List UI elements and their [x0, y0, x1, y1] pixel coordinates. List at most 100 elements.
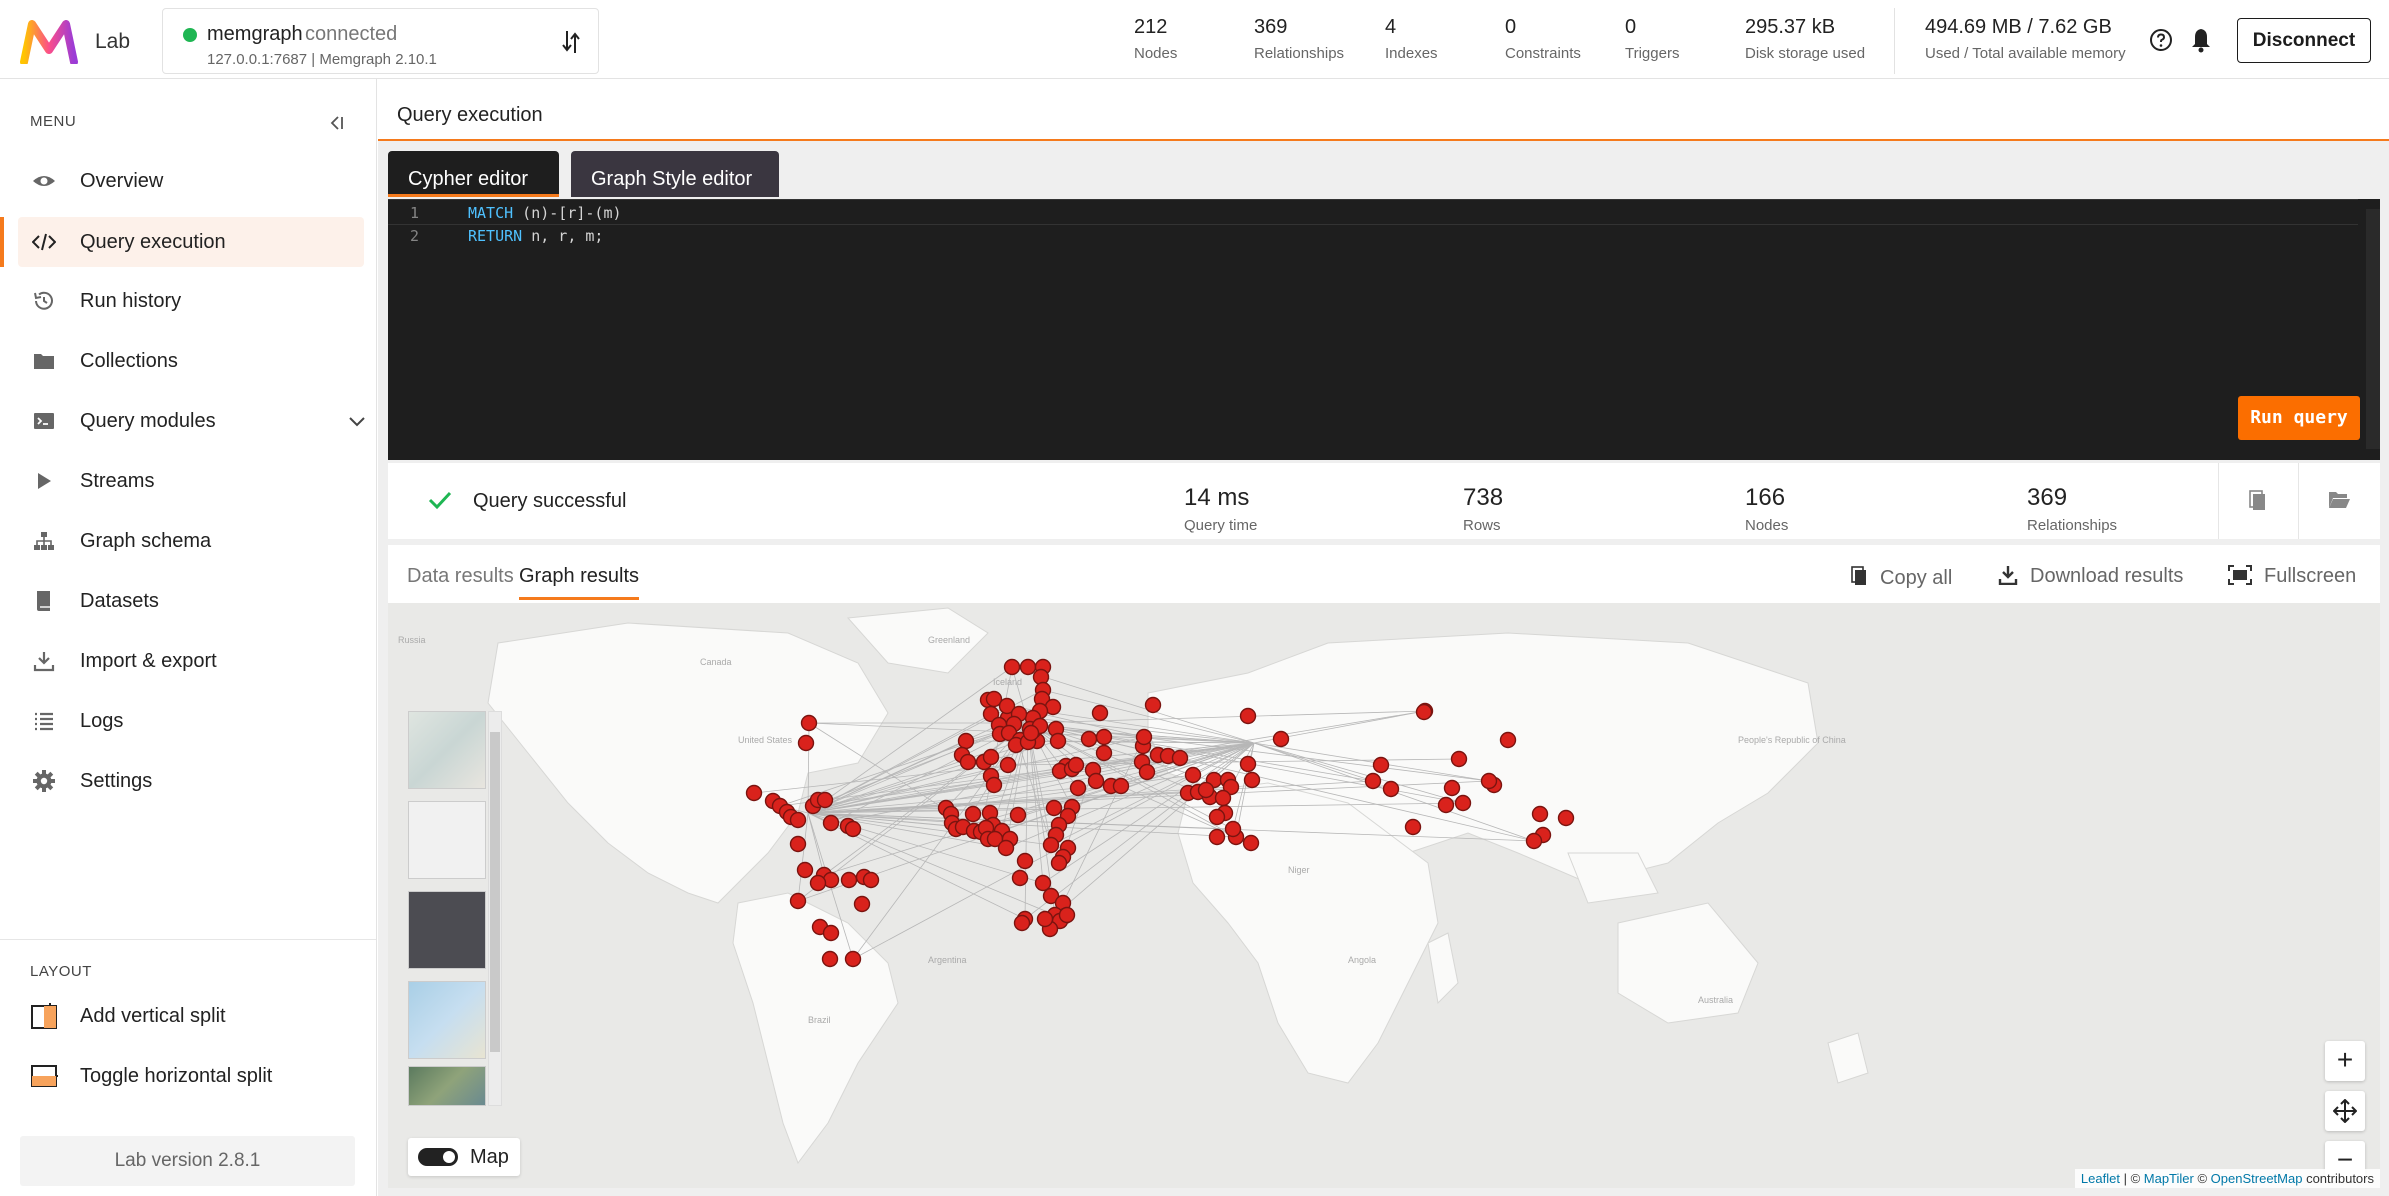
graph-node[interactable] [1069, 779, 1087, 797]
chevron-down-icon[interactable] [348, 414, 366, 428]
graph-node[interactable] [1531, 805, 1549, 823]
graph-node[interactable] [1171, 749, 1189, 767]
graph-node[interactable] [957, 732, 975, 750]
graph-node[interactable] [816, 791, 834, 809]
layer-thumb-outdoor[interactable] [408, 981, 486, 1059]
graph-node[interactable] [985, 776, 1003, 794]
toggle-horizontal-split-button[interactable]: Toggle horizontal split [18, 1051, 364, 1101]
run-query-button[interactable]: Run query [2238, 396, 2360, 440]
graph-node[interactable] [789, 835, 807, 853]
graph-node[interactable] [1243, 771, 1261, 789]
sidebar-item-settings[interactable]: Settings [18, 756, 364, 806]
sidebar-item-query-modules[interactable]: Query modules [18, 396, 366, 446]
graph-node[interactable] [745, 784, 763, 802]
map-toggle-switch[interactable] [418, 1148, 458, 1166]
graph-node[interactable] [999, 756, 1017, 774]
graph-node[interactable] [821, 950, 839, 968]
osm-link[interactable]: OpenStreetMap [2211, 1171, 2303, 1186]
graph-node[interactable] [1016, 852, 1034, 870]
tab-graph-style-editor[interactable]: Graph Style editor [571, 151, 779, 197]
graph-node[interactable] [797, 734, 815, 752]
graph-node[interactable] [1144, 696, 1162, 714]
graph-node[interactable] [1525, 832, 1543, 850]
world-map[interactable]: Russia Canada Greenland United States Ic… [388, 603, 2380, 1188]
graph-node[interactable] [1045, 799, 1063, 817]
open-collection-button[interactable] [2298, 463, 2377, 539]
graph-node[interactable] [1372, 756, 1390, 774]
graph-node[interactable] [1382, 780, 1400, 798]
connection-panel[interactable]: memgraph connected 127.0.0.1:7687 | Memg… [162, 8, 599, 74]
graph-node[interactable] [862, 871, 880, 889]
graph-node[interactable] [1404, 818, 1422, 836]
copy-all-button[interactable]: Copy all [1850, 565, 1952, 590]
recenter-button[interactable] [2325, 1091, 2365, 1131]
notifications-bell-icon[interactable] [2190, 27, 2212, 53]
graph-node[interactable] [1135, 728, 1153, 746]
tab-cypher-editor[interactable]: Cypher editor [388, 151, 559, 197]
graph-node[interactable] [1480, 772, 1498, 790]
graph-node[interactable] [1138, 763, 1156, 781]
graph-node[interactable] [1087, 772, 1105, 790]
map-layer-switcher[interactable] [408, 711, 502, 1106]
editor-scrollbar[interactable] [2366, 209, 2380, 449]
layer-thumb-light[interactable] [408, 801, 486, 879]
graph-node[interactable] [789, 892, 807, 910]
maptiler-link[interactable]: MapTiler [2144, 1171, 2194, 1186]
graph-node[interactable] [997, 839, 1015, 857]
graph-node[interactable] [1557, 809, 1575, 827]
graph-node[interactable] [796, 861, 814, 879]
tab-data-results[interactable]: Data results [407, 565, 514, 588]
graph-node[interactable] [1049, 732, 1067, 750]
graph-node[interactable] [1091, 704, 1109, 722]
graph-node[interactable] [1058, 906, 1076, 924]
graph-node[interactable] [1034, 874, 1052, 892]
graph-node[interactable] [809, 874, 827, 892]
sidebar-item-query-execution[interactable]: Query execution [18, 217, 364, 267]
graph-node[interactable] [844, 950, 862, 968]
sidebar-item-collections[interactable]: Collections [18, 336, 364, 386]
graph-node[interactable] [1499, 731, 1517, 749]
help-icon[interactable] [2149, 28, 2173, 52]
fullscreen-button[interactable]: Fullscreen [2228, 565, 2356, 588]
cypher-code-editor[interactable]: 1 MATCH (n)-[r]-(m) 2 RETURN n, r, m; Ru… [388, 199, 2380, 460]
graph-node[interactable] [1080, 730, 1098, 748]
graph-node[interactable] [1112, 777, 1130, 795]
graph-node[interactable] [1036, 910, 1054, 928]
graph-node[interactable] [1022, 724, 1040, 742]
layer-scrollbar[interactable] [488, 711, 502, 1106]
graph-node[interactable] [1197, 781, 1215, 799]
leaflet-link[interactable]: Leaflet [2081, 1171, 2120, 1186]
graph-node[interactable] [800, 714, 818, 732]
graph-node[interactable] [844, 820, 862, 838]
graph-map-view[interactable]: Russia Canada Greenland United States Ic… [388, 603, 2380, 1188]
graph-node[interactable] [1239, 755, 1257, 773]
graph-node[interactable] [1013, 914, 1031, 932]
graph-node[interactable] [964, 805, 982, 823]
tab-graph-results[interactable]: Graph results [519, 565, 640, 600]
graph-node[interactable] [853, 895, 871, 913]
graph-node[interactable] [1415, 703, 1433, 721]
graph-node[interactable] [1242, 834, 1260, 852]
graph-node[interactable] [1067, 756, 1085, 774]
sidebar-item-run-history[interactable]: Run history [18, 276, 364, 326]
collapse-sidebar-icon[interactable] [326, 113, 346, 133]
graph-node[interactable] [1272, 730, 1290, 748]
disconnect-button[interactable]: Disconnect [2237, 18, 2371, 63]
graph-node[interactable] [1009, 806, 1027, 824]
graph-node[interactable] [959, 753, 977, 771]
graph-node[interactable] [1003, 658, 1021, 676]
graph-node[interactable] [1450, 750, 1468, 768]
graph-node[interactable] [1454, 794, 1472, 812]
graph-node[interactable] [1364, 772, 1382, 790]
graph-node[interactable] [822, 924, 840, 942]
graph-node[interactable] [1011, 869, 1029, 887]
sidebar-item-streams[interactable]: Streams [18, 456, 364, 506]
copy-query-button[interactable] [2218, 463, 2297, 539]
layer-thumb-default[interactable] [408, 711, 486, 789]
graph-node[interactable] [1443, 779, 1461, 797]
graph-node[interactable] [982, 748, 1000, 766]
graph-node[interactable] [1208, 808, 1226, 826]
graph-node[interactable] [822, 814, 840, 832]
graph-node[interactable] [840, 871, 858, 889]
layer-thumb-dark[interactable] [408, 891, 486, 969]
